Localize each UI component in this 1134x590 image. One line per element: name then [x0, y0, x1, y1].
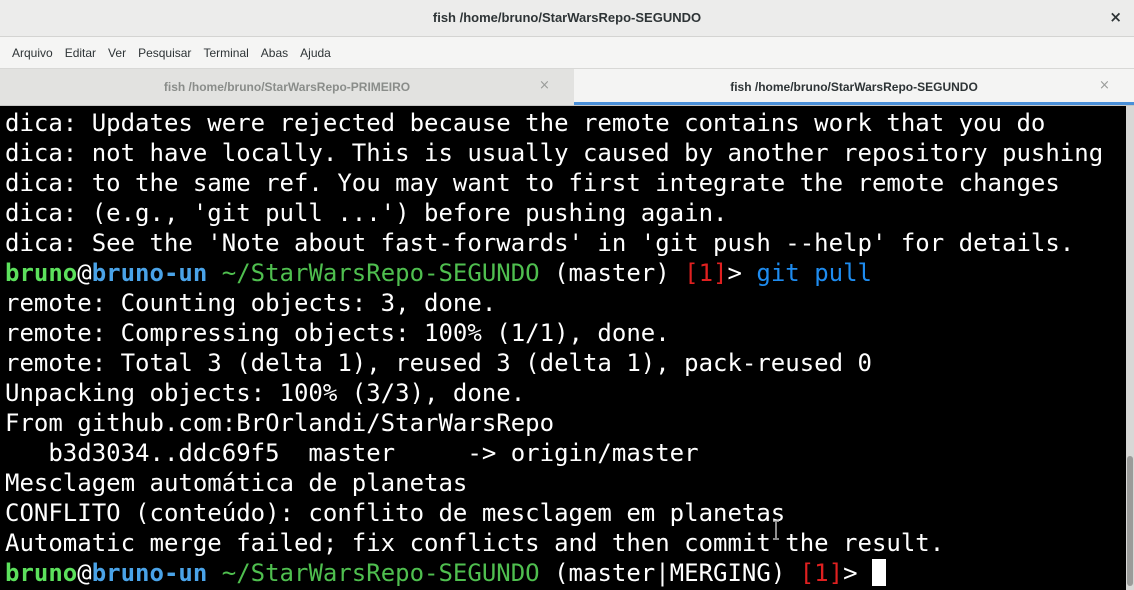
prompt-host: bruno-un	[91, 259, 208, 287]
scrollbar-thumb[interactable]	[1127, 456, 1133, 586]
tab-bar: fish /home/bruno/StarWarsRepo-PRIMEIRO ×…	[0, 69, 1134, 106]
menu-terminal[interactable]: Terminal	[202, 43, 249, 63]
prompt-path: ~/StarWarsRepo-SEGUNDO	[207, 559, 540, 587]
terminal-line: dica: not have locally. This is usually …	[5, 139, 1104, 167]
window-title: fish /home/bruno/StarWarsRepo-SEGUNDO	[432, 10, 702, 25]
terminal-line: dica: to the same ref. You may want to f…	[5, 169, 1060, 197]
prompt-exit-status: [1]	[799, 559, 844, 587]
prompt-path: ~/StarWarsRepo-SEGUNDO	[207, 259, 540, 287]
ibeam-cursor-icon	[773, 520, 779, 540]
terminal-line: Automatic merge failed; fix conflicts an…	[5, 529, 945, 557]
menu-editar[interactable]: Editar	[64, 43, 97, 63]
terminal-line: dica: Updates were rejected because the …	[5, 109, 1046, 137]
prompt-exit-status: [1]	[684, 259, 728, 287]
tab-segundo[interactable]: fish /home/bruno/StarWarsRepo-SEGUNDO ×	[574, 69, 1134, 105]
prompt-user: bruno	[5, 259, 78, 287]
menu-pesquisar[interactable]: Pesquisar	[137, 43, 192, 63]
prompt-symbol: >	[843, 559, 858, 587]
shell-prompt[interactable]: bruno@bruno-un ~/StarWarsRepo-SEGUNDO (m…	[5, 558, 886, 588]
menu-ajuda[interactable]: Ajuda	[299, 43, 332, 63]
prompt-branch: (master|MERGING)	[539, 559, 800, 587]
menu-abas[interactable]: Abas	[260, 43, 289, 63]
terminal-line: b3d3034..ddc69f5 master -> origin/master	[5, 439, 699, 467]
terminal-line: dica: See the 'Note about fast-forwards'…	[5, 229, 1075, 257]
title-bar[interactable]: fish /home/bruno/StarWarsRepo-SEGUNDO ×	[0, 0, 1134, 37]
prompt-branch: (master)	[539, 259, 685, 287]
terminal-line: dica: (e.g., 'git pull ...') before push…	[5, 199, 728, 227]
prompt-host: bruno-un	[91, 559, 208, 587]
tab-label: fish /home/bruno/StarWarsRepo-PRIMEIRO	[163, 80, 411, 94]
shell-prompt: bruno@bruno-un ~/StarWarsRepo-SEGUNDO (m…	[5, 258, 872, 288]
prompt-user: bruno	[5, 559, 78, 587]
terminal-line: CONFLITO (conteúdo): conflito de mesclag…	[5, 499, 786, 527]
prompt-at: @	[77, 259, 92, 287]
menu-ver[interactable]: Ver	[107, 43, 127, 63]
menu-bar: Arquivo Editar Ver Pesquisar Terminal Ab…	[0, 37, 1134, 69]
terminal-line: From github.com:BrOrlandi/StarWarsRepo	[5, 409, 555, 437]
terminal-window: fish /home/bruno/StarWarsRepo-SEGUNDO × …	[0, 0, 1134, 590]
terminal-line: remote: Total 3 (delta 1), reused 3 (del…	[5, 349, 872, 377]
terminal-line: Mesclagem automática de planetas	[5, 469, 468, 497]
tab-primeiro[interactable]: fish /home/bruno/StarWarsRepo-PRIMEIRO ×	[0, 69, 574, 105]
close-window-icon[interactable]: ×	[1109, 8, 1122, 26]
prompt-symbol: >	[727, 259, 757, 287]
prompt-command: git pull	[756, 259, 872, 287]
prompt-at: @	[77, 559, 92, 587]
tab-label: fish /home/bruno/StarWarsRepo-SEGUNDO	[730, 80, 978, 94]
terminal-output[interactable]: dica: Updates were rejected because the …	[0, 106, 1126, 590]
terminal-scrollbar[interactable]	[1126, 106, 1134, 590]
text-cursor	[871, 559, 886, 586]
terminal-line: Unpacking objects: 100% (3/3), done.	[5, 379, 526, 407]
terminal-line: remote: Counting objects: 3, done.	[5, 289, 497, 317]
tab-close-icon[interactable]: ×	[1099, 78, 1110, 93]
terminal-line: remote: Compressing objects: 100% (1/1),…	[5, 319, 670, 347]
tab-close-icon[interactable]: ×	[539, 78, 550, 93]
menu-arquivo[interactable]: Arquivo	[11, 43, 54, 63]
